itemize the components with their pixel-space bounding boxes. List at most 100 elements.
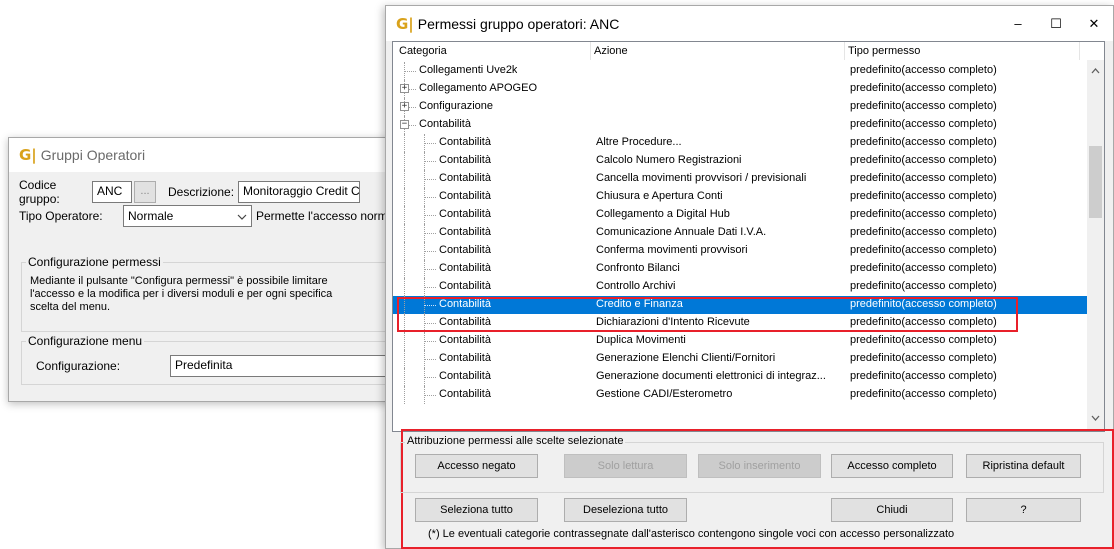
cell-categoria: Collegamenti Uve2k: [419, 64, 518, 76]
cell-tipo-permesso: predefinito(accesso completo): [850, 118, 997, 130]
cell-tipo-permesso: predefinito(accesso completo): [850, 100, 997, 112]
codice-gruppo-label: Codice gruppo:: [19, 178, 60, 206]
expand-icon[interactable]: +: [400, 102, 409, 111]
tree-row[interactable]: Contabilità Conferma movimenti provvisori…: [393, 242, 1087, 260]
expand-icon[interactable]: +: [400, 84, 409, 93]
configurazione-menu-group: Configurazione menu Configurazione: Pred…: [21, 334, 401, 385]
tree-row[interactable]: Contabilità Confronto Bilanci predefinito(…: [393, 260, 1087, 278]
scroll-up-icon[interactable]: [1087, 63, 1104, 80]
app-logo-icon: G|: [19, 146, 37, 164]
column-header-categoria[interactable]: Categoria: [399, 45, 447, 57]
seleziona-tutto-button[interactable]: Seleziona tutto: [415, 498, 538, 522]
cell-azione: Generazione documenti elettronici di int…: [596, 370, 826, 382]
vertical-scrollbar[interactable]: [1087, 60, 1104, 431]
help-button[interactable]: ?: [966, 498, 1081, 522]
tree-row[interactable]: Contabilità Gestione CADI/Esterometro pred…: [393, 386, 1087, 404]
accesso-negato-button[interactable]: Accesso negato: [415, 454, 538, 478]
cell-tipo-permesso: predefinito(accesso completo): [850, 190, 997, 202]
permessi-window: G| Permessi gruppo operatori: ANC – ☐ ✕ …: [385, 5, 1114, 549]
permessi-window-title: Permessi gruppo operatori: ANC: [417, 15, 620, 32]
tree-row[interactable]: Contabilità Collegamento a Digital Hub pre…: [393, 206, 1087, 224]
tree-row[interactable]: − Contabilità predefinito(accesso completo…: [393, 116, 1087, 134]
cell-azione: Gestione CADI/Esterometro: [596, 388, 733, 400]
scroll-thumb[interactable]: [1089, 146, 1102, 218]
tree-row[interactable]: + Collegamento APOGEO predefinito(accesso …: [393, 80, 1087, 98]
attribuzione-permessi-legend: Attribuzione permessi alle scelte selezi…: [405, 435, 626, 447]
tipo-operatore-note: Permette l'accesso normale: [256, 209, 404, 223]
cell-azione: Calcolo Numero Registrazioni: [596, 154, 742, 166]
cell-tipo-permesso: predefinito(accesso completo): [850, 82, 997, 94]
codice-gruppo-input[interactable]: ANC: [92, 181, 132, 203]
tipo-operatore-label: Tipo Operatore:: [19, 209, 103, 223]
selected-row-highlight-annotation: [397, 297, 1018, 332]
cell-categoria: Contabilità: [439, 280, 491, 292]
solo-inserimento-button[interactable]: Solo inserimento: [698, 454, 821, 478]
list-header: Categoria Azione Tipo permesso: [393, 42, 1104, 60]
column-header-azione[interactable]: Azione: [594, 45, 628, 57]
permissions-tree-list[interactable]: Categoria Azione Tipo permesso Collegame…: [392, 41, 1105, 432]
cell-azione: Collegamento a Digital Hub: [596, 208, 730, 220]
tree-row[interactable]: Contabilità Altre Procedure... predefinito…: [393, 134, 1087, 152]
cell-azione: Comunicazione Annuale Dati I.V.A.: [596, 226, 767, 238]
configurazione-menu-legend: Configurazione menu: [26, 334, 145, 348]
cell-categoria: Contabilità: [419, 118, 471, 130]
tree-row[interactable]: Contabilità Chiusura e Apertura Conti pred…: [393, 188, 1087, 206]
tree-row[interactable]: Contabilità Duplica Movimenti predefinito(…: [393, 332, 1087, 350]
minimize-icon[interactable]: –: [999, 6, 1037, 41]
configurazione-permessi-group: Configurazione permessi Mediante il puls…: [21, 255, 401, 332]
cell-categoria: Contabilità: [439, 334, 491, 346]
deseleziona-tutto-button[interactable]: Deseleziona tutto: [564, 498, 687, 522]
permessi-help-text-1: Mediante il pulsante "Configura permessi…: [30, 275, 328, 287]
tipo-operatore-value: Normale: [128, 209, 174, 223]
configurazione-label: Configurazione:: [36, 359, 121, 373]
cell-azione: Conferma movimenti provvisori: [596, 244, 748, 256]
cell-categoria: Contabilità: [439, 352, 491, 364]
tipo-operatore-select[interactable]: Normale: [123, 205, 252, 227]
cell-categoria: Contabilità: [439, 136, 491, 148]
cell-tipo-permesso: predefinito(accesso completo): [850, 244, 997, 256]
tree-row[interactable]: Contabilità Cancella movimenti provvisori…: [393, 170, 1087, 188]
column-header-tipo-permesso[interactable]: Tipo permesso: [848, 45, 920, 57]
solo-lettura-button[interactable]: Solo lettura: [564, 454, 687, 478]
tree-row[interactable]: Contabilità Calcolo Numero Registrazioni p…: [393, 152, 1087, 170]
gruppi-operatori-window: G| Gruppi Operatori Codice gruppo: ANC .…: [8, 137, 404, 402]
configurazione-input[interactable]: Predefinita: [170, 355, 400, 377]
descrizione-input[interactable]: Monitoraggio Credit C: [238, 181, 360, 203]
maximize-icon[interactable]: ☐: [1037, 6, 1075, 41]
cell-categoria: Contabilità: [439, 244, 491, 256]
cell-tipo-permesso: predefinito(accesso completo): [850, 172, 997, 184]
collapse-icon[interactable]: −: [400, 120, 409, 129]
tree-row[interactable]: Contabilità Generazione Elenchi Clienti/F…: [393, 350, 1087, 368]
close-icon[interactable]: ✕: [1075, 6, 1113, 41]
cell-categoria: Contabilità: [439, 262, 491, 274]
cell-azione: Altre Procedure...: [596, 136, 682, 148]
footnote-text: (*) Le eventuali categorie contrassegnat…: [428, 528, 955, 540]
cell-tipo-permesso: predefinito(accesso completo): [850, 262, 997, 274]
tree-row[interactable]: Contabilità Controllo Archivi predefinito(…: [393, 278, 1087, 296]
cell-categoria: Configurazione: [419, 100, 493, 112]
gruppi-titlebar: G| Gruppi Operatori: [9, 138, 391, 172]
cell-categoria: Contabilità: [439, 190, 491, 202]
cell-categoria: Collegamento APOGEO: [419, 82, 538, 94]
scroll-down-icon[interactable]: [1087, 410, 1104, 427]
tree-row[interactable]: Contabilità Comunicazione Annuale Dati I.…: [393, 224, 1087, 242]
cell-azione: Chiusura e Apertura Conti: [596, 190, 723, 202]
cell-tipo-permesso: predefinito(accesso completo): [850, 154, 997, 166]
codice-lookup-button[interactable]: ...: [134, 181, 156, 203]
cell-tipo-permesso: predefinito(accesso completo): [850, 64, 997, 76]
ripristina-default-button[interactable]: Ripristina default: [966, 454, 1081, 478]
cell-categoria: Contabilità: [439, 154, 491, 166]
cell-azione: Cancella movimenti provvisori / previsio…: [596, 172, 807, 184]
cell-tipo-permesso: predefinito(accesso completo): [850, 334, 997, 346]
tree-row[interactable]: + Configurazione predefinito(accesso compl…: [393, 98, 1087, 116]
tree-row[interactable]: Contabilità Generazione documenti elettro…: [393, 368, 1087, 386]
cell-categoria: Contabilità: [439, 172, 491, 184]
descrizione-label: Descrizione:: [168, 185, 235, 199]
cell-azione: Confronto Bilanci: [596, 262, 680, 274]
chiudi-button[interactable]: Chiudi: [831, 498, 953, 522]
cell-azione: Controllo Archivi: [596, 280, 676, 292]
tree-row[interactable]: Collegamenti Uve2k predefinito(accesso co…: [393, 62, 1087, 80]
cell-categoria: Contabilità: [439, 370, 491, 382]
permessi-help-text-3: scelta del menu.: [30, 301, 111, 313]
accesso-completo-button[interactable]: Accesso completo: [831, 454, 953, 478]
